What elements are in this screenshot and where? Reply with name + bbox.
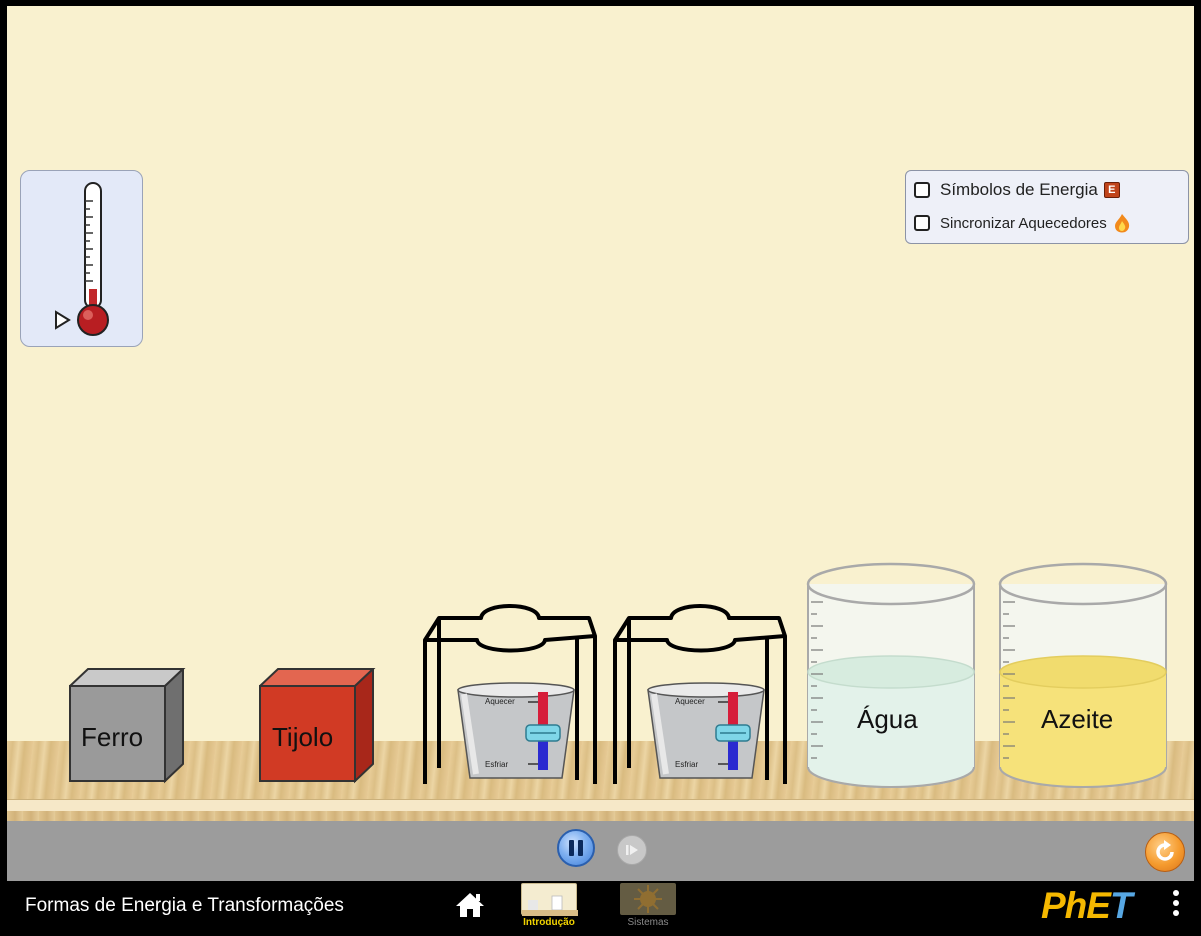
intro-screen-thumbnail-icon [521,883,578,916]
cool-label: Esfriar [485,760,509,769]
burner-stand-2: Aquecer Esfriar [609,598,789,786]
energy-chunk-icon: E [1103,182,1120,198]
intro-thumbnail-art [522,895,578,916]
water-beaker-label: Água [857,704,918,734]
home-icon [456,893,484,917]
phet-menu-button[interactable] [1170,890,1182,922]
flame-icon [1114,214,1129,233]
options-panel: Símbolos de Energia E Sincronizar Aquece… [905,170,1189,244]
iron-block[interactable]: Ferro [69,668,189,784]
screen-button-intro[interactable]: Introdução [517,883,581,928]
heat-label: Aquecer [675,697,705,706]
energy-symbols-label[interactable]: Símbolos de Energia [940,180,1098,200]
systems-screen-thumbnail-icon [620,883,676,915]
brick-block[interactable]: Tijolo [259,668,379,784]
water-beaker[interactable]: Água [805,562,977,794]
energy-symbols-checkbox[interactable] [914,182,930,198]
screen-label-intro: Introdução [523,917,575,928]
olive-oil-beaker-shape [998,562,1168,788]
thermometer-icon[interactable] [21,171,144,348]
link-heaters-option[interactable]: Sincronizar Aquecedores [914,213,1131,233]
kebab-menu-icon [1170,890,1182,916]
energy-symbols-option[interactable]: Símbolos de Energia E [914,180,1120,200]
burner-stand-1: Aquecer Esfriar [419,598,599,786]
play-area: Símbolos de Energia E Sincronizar Aquece… [7,6,1194,881]
play-pause-button[interactable] [557,829,595,867]
thermometer-toolbox[interactable] [20,170,143,347]
screen-label-systems: Sistemas [627,917,669,928]
heat-cool-slider[interactable] [704,690,764,776]
navigation-bar: Formas de Energia e Transformações Intro… [7,881,1194,930]
olive-oil-beaker-label: Azeite [1041,704,1114,734]
home-button[interactable] [454,891,486,919]
time-control-bar [7,821,1194,881]
screen-button-systems[interactable]: Sistemas [616,883,680,928]
iron-block-label: Ferro [81,722,144,752]
cool-label: Esfriar [675,760,699,769]
phet-logo[interactable]: PhET [1041,885,1133,926]
step-forward-icon [626,845,638,855]
reset-icon [1156,840,1174,861]
shelf-front [7,811,1194,821]
reset-all-button[interactable] [1145,832,1185,872]
olive-oil-beaker[interactable]: Azeite [997,562,1169,794]
heat-cool-slider-track [715,692,751,770]
step-forward-button[interactable] [617,835,647,865]
heat-label: Aquecer [485,697,515,706]
systems-thumbnail-art [634,885,662,913]
brick-block-label: Tijolo [272,722,334,752]
pause-icon [569,840,583,856]
heat-cool-slider-track [525,692,561,770]
link-heaters-label[interactable]: Sincronizar Aquecedores [940,215,1107,232]
simulation-title: Formas de Energia e Transformações [25,895,344,916]
heat-cool-slider[interactable] [514,690,574,776]
link-heaters-checkbox[interactable] [914,215,930,231]
water-beaker-shape [806,562,976,788]
phet-logo-text: PhET [1041,885,1133,926]
